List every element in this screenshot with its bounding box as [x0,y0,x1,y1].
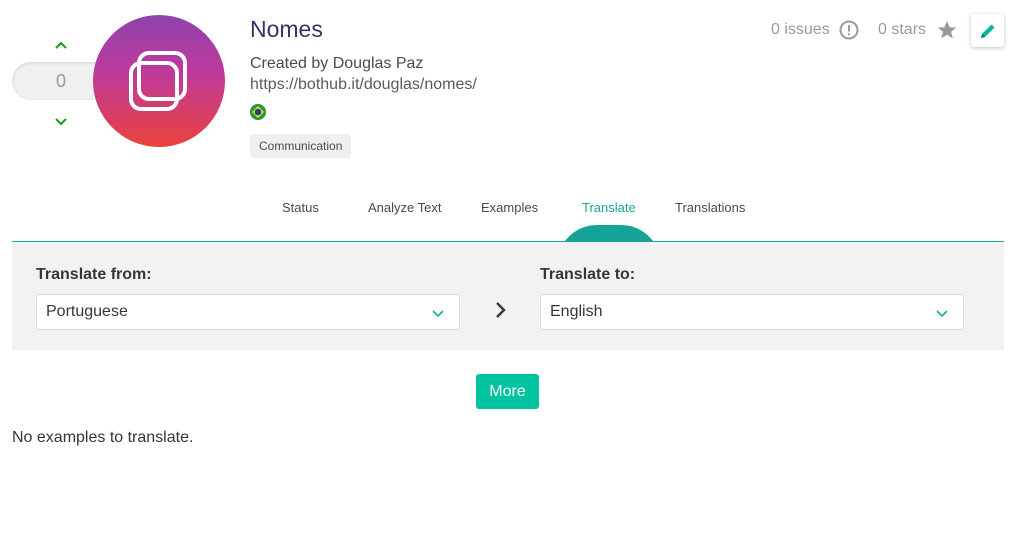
chevron-down-icon [936,310,948,318]
chevron-down-icon [432,310,444,318]
stacked-squares-icon [129,51,187,111]
stars-count[interactable]: 0 stars [878,21,926,39]
translate-to-value: English [550,303,603,320]
empty-state-message: No examples to translate. [12,429,194,446]
category-tag[interactable]: Communication [250,134,352,158]
vote-up-button[interactable] [53,38,69,50]
star-icon[interactable] [937,20,957,40]
tab-analyze-text[interactable]: Analyze Text [368,200,441,215]
translate-to-label: Translate to: [540,266,636,283]
tab-examples[interactable]: Examples [481,200,538,215]
active-tab-indicator [557,225,661,241]
repository-author: Created by Douglas Paz [250,55,424,72]
translate-to-select[interactable]: English [540,294,964,330]
pencil-icon [980,24,994,38]
tab-translations[interactable]: Translations [675,200,745,215]
more-button[interactable]: More [476,374,539,409]
translate-from-value: Portuguese [46,303,128,320]
brazil-flag-icon [250,104,266,120]
tab-translate[interactable]: Translate [582,200,636,215]
repository-title[interactable]: Nomes [250,16,323,43]
vote-down-button[interactable] [53,115,69,127]
translate-from-label: Translate from: [36,266,152,283]
chevron-down-icon [55,118,67,126]
repository-avatar [93,15,225,147]
chevron-up-icon [55,41,67,49]
chevron-right-icon [496,302,506,318]
repository-url[interactable]: https://bothub.it/douglas/nomes/ [250,76,477,94]
edit-repository-button[interactable] [971,14,1004,47]
tab-status[interactable]: Status [282,200,319,215]
repository-tabs: Status Analyze Text Examples Translate T… [12,200,1004,242]
exclamation-circle-icon[interactable] [839,20,859,40]
issues-count[interactable]: 0 issues [771,21,830,39]
translate-from-select[interactable]: Portuguese [36,294,460,330]
